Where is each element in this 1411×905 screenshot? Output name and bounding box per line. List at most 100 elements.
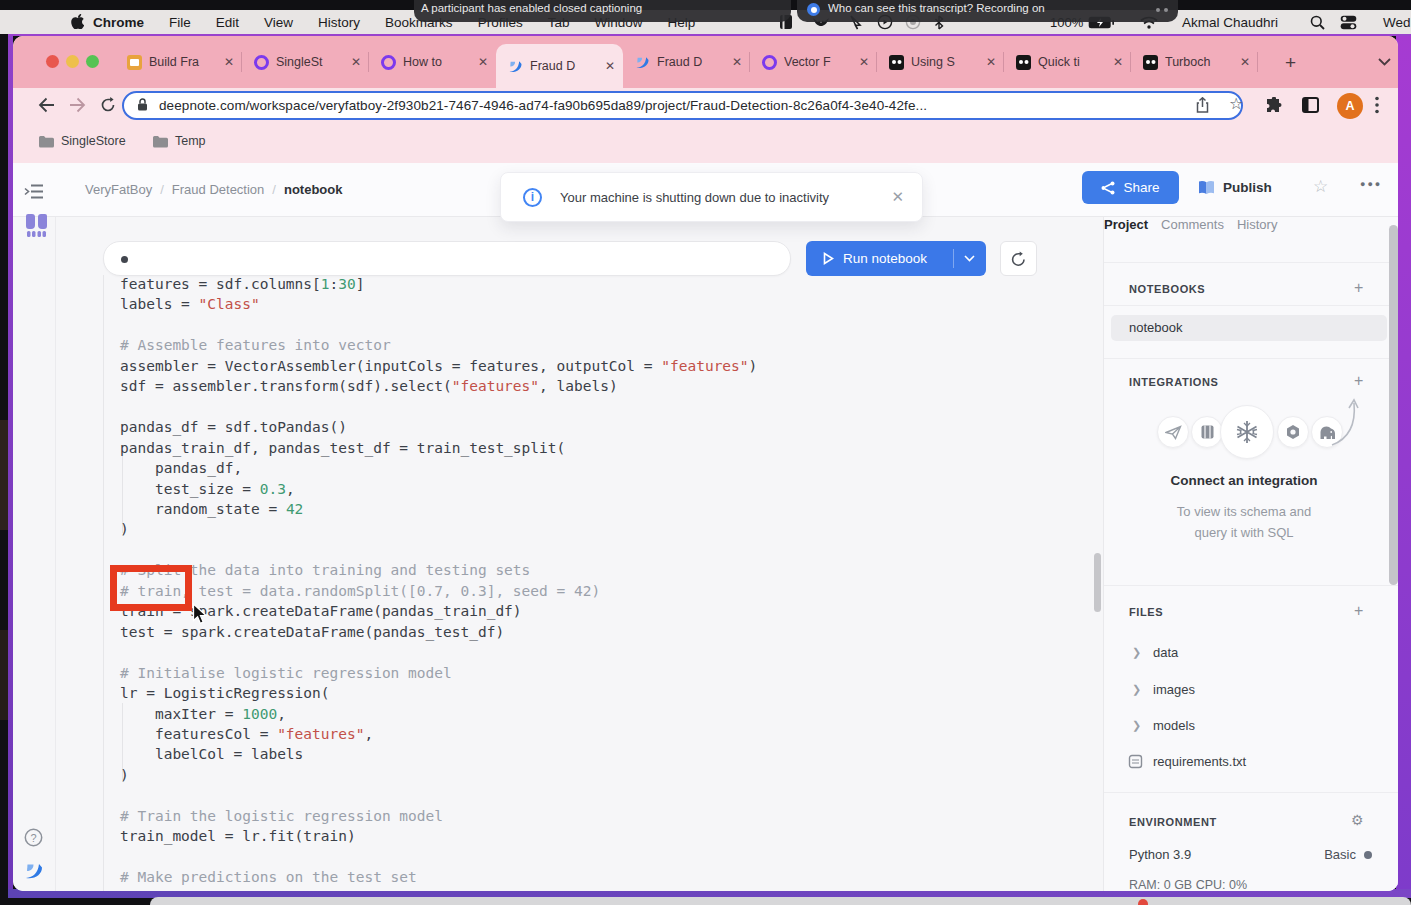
menu-history[interactable]: History <box>318 15 360 30</box>
code-line[interactable]: test_size = 0.3, <box>120 479 1020 499</box>
workspace-logo-icon[interactable] <box>24 213 46 235</box>
tab-close-icon[interactable]: ✕ <box>859 56 869 68</box>
browser-tab-turboch[interactable]: Turboch✕ <box>1131 36 1258 88</box>
code-line[interactable]: pandas_df, <box>120 458 1020 478</box>
forward-button[interactable] <box>68 97 86 113</box>
share-page-icon[interactable] <box>1196 97 1209 113</box>
snowflake-icon[interactable] <box>1220 405 1274 459</box>
code-line[interactable]: pandas_train_df, pandas_test_df = train_… <box>120 438 1020 458</box>
back-button[interactable] <box>38 97 56 113</box>
file-item-models[interactable]: ❯models <box>1104 716 1384 740</box>
toast-close-icon[interactable]: ✕ <box>891 188 904 206</box>
code-line[interactable]: ) <box>120 765 1020 785</box>
code-line[interactable]: predictions = train_model.transform(test… <box>120 888 1020 891</box>
browser-tab-build-fra[interactable]: Build Fra✕ <box>115 36 242 88</box>
environment-settings-gear-icon[interactable]: ⚙ <box>1351 812 1364 828</box>
help-icon[interactable]: ? <box>24 828 46 850</box>
tab-close-icon[interactable]: ✕ <box>605 60 615 72</box>
refresh-button[interactable] <box>1000 241 1037 276</box>
browser-tab-fraud-d[interactable]: Fraud D✕ <box>496 44 623 88</box>
code-line[interactable]: maxIter = 1000, <box>120 704 1020 724</box>
apple-menu-icon[interactable] <box>71 14 84 29</box>
code-line[interactable]: random_state = 42 <box>120 499 1020 519</box>
breadcrumb-workspace[interactable]: VeryFatBoy <box>85 182 152 197</box>
chevron-right-icon[interactable]: ❯ <box>1132 683 1141 696</box>
connect-integration-label[interactable]: Connect an integration <box>1104 473 1384 488</box>
chrome-menu-icon[interactable] <box>1375 96 1379 114</box>
code-line[interactable]: train = spark.createDataFrame(pandas_tra… <box>120 601 1020 621</box>
file-name[interactable]: requirements.txt <box>1153 754 1246 769</box>
code-line[interactable]: train_model = lr.fit(train) <box>120 826 1020 846</box>
header-more-icon[interactable]: ●●● <box>1360 179 1382 189</box>
spotlight-search-icon[interactable] <box>1310 10 1325 34</box>
code-line[interactable]: sdf = assembler.transform(sdf).select("f… <box>120 376 1020 396</box>
new-tab-button[interactable]: + <box>1285 52 1296 74</box>
menu-edit[interactable]: Edit <box>216 15 239 30</box>
tab-close-icon[interactable]: ✕ <box>986 56 996 68</box>
breadcrumb-project[interactable]: Fraud Detection <box>172 182 265 197</box>
tab-close-icon[interactable]: ✕ <box>351 56 361 68</box>
code-line[interactable]: labelCol = labels <box>120 744 1020 764</box>
publish-button[interactable]: Publish <box>1198 171 1272 204</box>
bookmark-label[interactable]: Temp <box>175 134 206 148</box>
bookmark-folder[interactable]: Temp <box>152 134 206 148</box>
add-file-button[interactable]: + <box>1354 602 1363 620</box>
sidebar-scrollbar[interactable] <box>1389 225 1398 585</box>
tab-history[interactable]: History <box>1237 217 1277 232</box>
code-line[interactable]: # train, test = data.randomSplit([0.7, 0… <box>120 581 1020 601</box>
browser-tab-using-s[interactable]: Using S✕ <box>877 36 1004 88</box>
code-line[interactable]: pandas_df = sdf.toPandas() <box>120 417 1020 437</box>
file-item-data[interactable]: ❯data <box>1104 643 1384 667</box>
browser-tab-singlest[interactable]: SingleSt✕ <box>242 36 369 88</box>
menubar-clock[interactable]: Wed <box>1383 10 1411 34</box>
reload-button[interactable] <box>100 97 116 113</box>
tab-close-icon[interactable]: ✕ <box>224 56 234 68</box>
code-line[interactable] <box>120 540 1020 560</box>
url-text[interactable]: deepnote.com/workspace/veryfatboy-2f930b… <box>159 98 927 113</box>
notebook-item-label[interactable]: notebook <box>1129 320 1183 335</box>
paper-plane-icon[interactable] <box>1157 416 1189 448</box>
chevron-right-icon[interactable]: ❯ <box>1132 719 1141 732</box>
code-line[interactable]: features = sdf.columns[1:30] <box>120 274 1020 294</box>
code-line[interactable] <box>120 847 1020 867</box>
menubar-username[interactable]: Akmal Chaudhri <box>1182 10 1278 34</box>
code-line[interactable] <box>120 397 1020 417</box>
run-notebook-button[interactable]: Run notebook <box>806 241 986 276</box>
breadcrumb-notebook[interactable]: notebook <box>284 182 343 197</box>
sidebar-toggle-icon[interactable] <box>1302 97 1319 113</box>
code-line[interactable]: # Assemble features into vector <box>120 335 1020 355</box>
control-center-icon[interactable] <box>1340 10 1357 34</box>
close-window-button[interactable] <box>46 55 59 68</box>
bookmark-label[interactable]: SingleStore <box>61 134 126 148</box>
zoom-window-button[interactable] <box>86 55 99 68</box>
notebook-item[interactable]: notebook <box>1111 315 1387 341</box>
file-item-images[interactable]: ❯ images <box>1104 680 1384 704</box>
code-line[interactable] <box>120 785 1020 805</box>
code-scrollbar[interactable] <box>1094 553 1101 612</box>
code-line[interactable]: assembler = VectorAssembler(inputCols = … <box>120 356 1020 376</box>
toggle-outline-icon[interactable] <box>24 183 46 205</box>
file-name[interactable]: images <box>1153 682 1195 697</box>
file-item-requirements-txt[interactable]: requirements.txt <box>1104 752 1384 776</box>
tab-search-chevron-icon[interactable] <box>1378 58 1391 66</box>
code-line[interactable]: # Initialise logistic regression model <box>120 663 1020 683</box>
code-line[interactable]: # Train the logistic regression model <box>120 806 1020 826</box>
lock-icon[interactable] <box>137 98 148 111</box>
hexagon-icon[interactable] <box>1277 416 1309 448</box>
code-line[interactable] <box>120 642 1020 662</box>
extensions-puzzle-icon[interactable] <box>1265 97 1282 114</box>
code-line[interactable]: lr = LogisticRegression( <box>120 683 1020 703</box>
code-line[interactable]: # Split the data into training and testi… <box>120 560 1020 580</box>
browser-tab-vector-f[interactable]: Vector F✕ <box>750 36 877 88</box>
bookmark-star-icon[interactable]: ☆ <box>1229 94 1243 113</box>
browser-tab-how-to[interactable]: How to✕ <box>369 36 496 88</box>
profile-avatar[interactable]: A <box>1337 93 1363 119</box>
browser-tab-quick-ti[interactable]: Quick ti✕ <box>1004 36 1131 88</box>
code-line[interactable]: featuresCol = "features", <box>120 724 1020 744</box>
favorite-star-icon[interactable]: ☆ <box>1313 176 1328 197</box>
browser-tab-fraud-d[interactable]: Fraud D✕ <box>623 36 750 88</box>
bookmark-folder[interactable]: SingleStore <box>38 134 126 148</box>
tab-project[interactable]: Project <box>1104 217 1148 232</box>
tab-close-icon[interactable]: ✕ <box>1113 56 1123 68</box>
chevron-right-icon[interactable]: ❯ <box>1132 646 1141 659</box>
